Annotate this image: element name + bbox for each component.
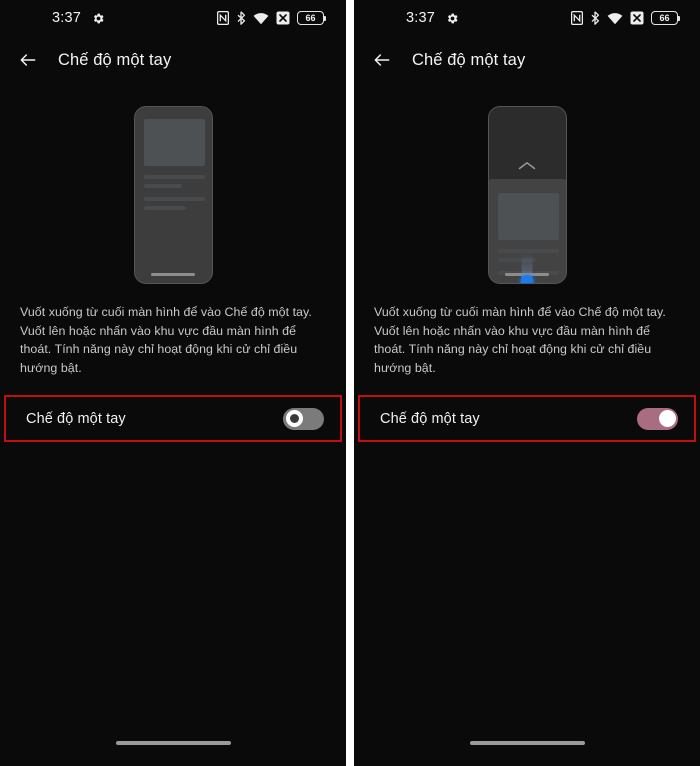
battery-indicator: 66 <box>297 11 326 25</box>
content-line <box>143 196 205 201</box>
illustration-one-handed-mode <box>354 92 700 297</box>
gear-icon <box>448 13 458 23</box>
content-line <box>143 174 205 179</box>
bluetooth-icon <box>237 11 246 25</box>
screenshot-comparison: 3:37 66 Chế độ một tay Vuốt xuống từ cuố… <box>0 0 700 766</box>
status-bar-left: 3:37 <box>406 10 459 26</box>
content-line <box>143 205 186 210</box>
home-gesture-pill[interactable] <box>469 741 585 745</box>
gesture-touch-point <box>520 274 534 283</box>
home-gesture-pill[interactable] <box>115 741 231 745</box>
screen-panel-left: 3:37 66 Chế độ một tay Vuốt xuống từ cuố… <box>0 0 346 766</box>
status-bar-right: 66 <box>571 11 680 25</box>
illustration-normal-mode <box>0 92 346 297</box>
battery-level-label: 66 <box>659 12 670 23</box>
bluetooth-icon <box>591 11 600 25</box>
back-arrow-icon[interactable] <box>18 50 38 70</box>
no-signal-icon <box>276 11 290 25</box>
wifi-icon <box>253 12 269 24</box>
description-text: Vuốt xuống từ cuối màn hình để vào Chế đ… <box>374 305 666 375</box>
wifi-icon <box>607 12 623 24</box>
screen-panel-right: 3:37 66 Chế độ một tay Vuốt xuống từ cuố… <box>354 0 700 766</box>
one-handed-mode-setting-row[interactable]: Chế độ một tay <box>4 395 342 442</box>
nfc-icon <box>217 11 229 25</box>
nfc-icon <box>571 11 583 25</box>
setting-row-label: Chế độ một tay <box>26 410 126 427</box>
battery-indicator: 66 <box>651 11 680 25</box>
status-clock: 3:37 <box>52 10 82 26</box>
phone-home-indicator <box>151 273 195 276</box>
phone-graphic <box>133 105 213 284</box>
toggle-knob <box>658 410 676 427</box>
page-title: Chế độ một tay <box>412 50 526 69</box>
content-card <box>143 118 205 166</box>
back-arrow-icon[interactable] <box>372 50 392 70</box>
no-signal-icon <box>630 11 644 25</box>
phone-graphic <box>487 105 567 284</box>
app-bar: Chế độ một tay <box>0 36 346 84</box>
gear-icon <box>94 13 104 23</box>
system-navigation-bar <box>0 720 346 766</box>
status-bar: 3:37 66 <box>354 0 700 36</box>
status-bar-left: 3:37 <box>52 10 105 26</box>
one-handed-mode-toggle[interactable] <box>637 407 678 430</box>
one-handed-mode-setting-row[interactable]: Chế độ một tay <box>358 395 696 442</box>
toggle-knob <box>285 410 303 427</box>
status-bar: 3:37 66 <box>0 0 346 36</box>
app-bar: Chế độ một tay <box>354 36 700 84</box>
status-clock: 3:37 <box>406 10 436 26</box>
system-navigation-bar <box>354 720 700 766</box>
battery-level-label: 66 <box>305 12 316 23</box>
content-card <box>497 192 559 240</box>
content-line <box>143 183 182 188</box>
description-text: Vuốt xuống từ cuối màn hình để vào Chế đ… <box>20 305 312 375</box>
panel-divider <box>346 0 354 766</box>
status-bar-right: 66 <box>217 11 326 25</box>
chevron-up-icon <box>518 161 536 169</box>
setting-row-label: Chế độ một tay <box>380 410 480 427</box>
one-handed-mode-toggle[interactable] <box>283 407 324 430</box>
page-title: Chế độ một tay <box>58 50 172 69</box>
